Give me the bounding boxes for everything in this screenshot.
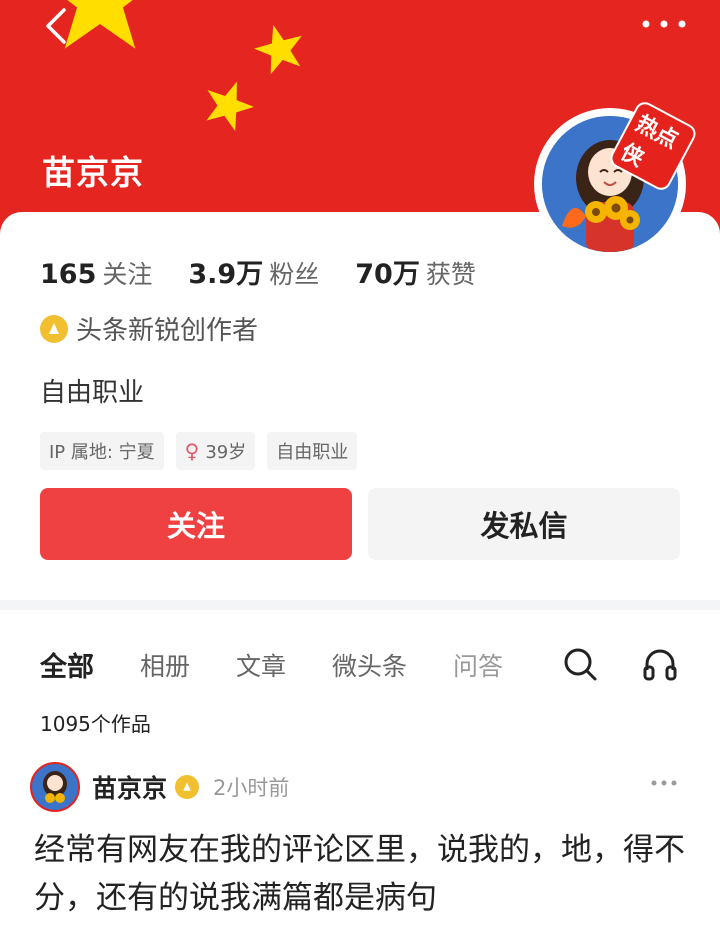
following-label: 关注 xyxy=(102,260,153,289)
tab-articles[interactable]: 文章 xyxy=(236,647,286,683)
more-icon[interactable] xyxy=(638,14,690,34)
small-star-icon xyxy=(206,81,254,132)
message-button[interactable]: 发私信 xyxy=(368,488,680,560)
post-header: 苗京京 2小时前 xyxy=(30,762,289,812)
following-stat[interactable]: 165 关注 xyxy=(40,255,152,291)
post-author[interactable]: 苗京京 xyxy=(92,769,167,805)
ip-location-tag: IP 属地: 宁夏 xyxy=(40,432,164,470)
female-icon: ♀ xyxy=(184,439,200,463)
headset-icon[interactable] xyxy=(642,646,678,682)
back-icon[interactable] xyxy=(38,4,78,48)
small-star-icon xyxy=(254,24,302,75)
likes-count: 70万 xyxy=(355,259,420,290)
likes-stat: 70万 获赞 xyxy=(355,252,476,291)
section-divider xyxy=(0,600,720,610)
works-count: 1095个作品 xyxy=(40,712,151,736)
creator-title-text: 头条新锐创作者 xyxy=(76,316,259,346)
likes-label: 获赞 xyxy=(425,260,476,289)
post-avatar[interactable] xyxy=(30,762,80,812)
job-tag: 自由职业 xyxy=(267,432,358,470)
age-text: 39岁 xyxy=(205,442,247,463)
creator-title[interactable]: 头条新锐创作者 xyxy=(40,310,258,347)
creator-badge-icon xyxy=(175,775,200,799)
age-tag: ♀ 39岁 xyxy=(175,432,256,470)
followers-count: 3.9万 xyxy=(188,259,264,290)
tab-qa[interactable]: 问答 xyxy=(453,647,503,683)
profile-stats: 165 关注 3.9万 粉丝 70万 获赞 xyxy=(40,252,512,291)
profile-name: 苗京京 xyxy=(42,153,144,192)
follow-button[interactable]: 关注 xyxy=(40,488,352,560)
profile-tags: IP 属地: 宁夏 ♀ 39岁 自由职业 xyxy=(40,432,369,470)
post-text[interactable]: 经常有网友在我的评论区里，说我的，地，得不分，还有的说我满篇都是病句 xyxy=(34,826,694,922)
followers-stat[interactable]: 3.9万 粉丝 xyxy=(188,252,319,291)
search-icon[interactable] xyxy=(562,646,598,682)
post-time: 2小时前 xyxy=(213,776,290,800)
bio: 自由职业 xyxy=(40,378,145,408)
post-more-icon[interactable] xyxy=(650,778,678,788)
avatar[interactable]: 热点侠 xyxy=(534,98,700,260)
tab-all[interactable]: 全部 xyxy=(40,645,94,684)
followers-label: 粉丝 xyxy=(269,260,320,289)
tab-album[interactable]: 相册 xyxy=(140,647,190,683)
content-tabs: 全部 相册 文章 微头条 问答 xyxy=(40,645,549,684)
following-count: 165 xyxy=(40,259,97,290)
tab-micro-posts[interactable]: 微头条 xyxy=(332,647,407,683)
creator-badge-icon xyxy=(40,314,68,343)
